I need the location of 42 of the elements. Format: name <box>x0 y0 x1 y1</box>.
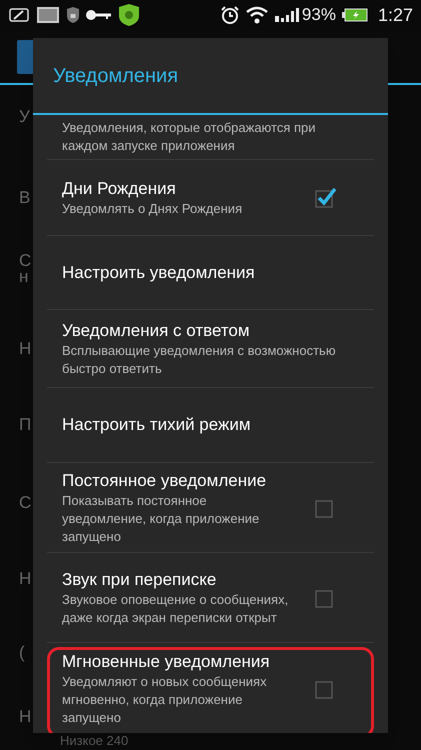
checkbox[interactable] <box>314 186 336 208</box>
preference-item[interactable]: Дни Рождения Уведомлять о Днях Рождения <box>47 160 374 236</box>
signal-icon <box>274 7 300 23</box>
preference-title: Звук при переписке <box>62 568 218 590</box>
list-item-text: В <box>18 188 32 208</box>
list-item-text: П <box>18 415 32 435</box>
preference-title: Настроить уведомления <box>62 262 255 284</box>
preference-title: Настроить тихий режим <box>62 414 251 436</box>
preference-title: Постоянное уведомление <box>62 470 268 492</box>
list-item-text: С <box>18 493 32 513</box>
preference-summary: Уведомляют о новых сообщениях мгновенно, когда приложение запущено <box>62 673 268 727</box>
list-item-text: У <box>18 107 31 127</box>
image-icon <box>36 6 60 24</box>
list-item-text: ( <box>18 643 26 663</box>
battery-percent: 93% <box>302 4 336 26</box>
dialog-title: Уведомления <box>53 64 178 88</box>
preference-item[interactable]: Настроить тихий режим <box>47 388 374 463</box>
preference-item[interactable]: Уведомления, которые отображаются при каждом запуске приложения <box>47 115 374 160</box>
list-item-text: Н <box>18 339 32 359</box>
preference-item[interactable]: Уведомления с ответом Всплывающие уведомления с возможностью быстро ответить <box>47 310 374 388</box>
preference-summary: Показывать постоянное уведомление, когда приложение запущено <box>62 492 260 546</box>
clock-time: 1:27 <box>378 4 413 26</box>
preference-title: Уведомления с ответом <box>62 320 251 342</box>
shield-icon <box>118 4 140 26</box>
preference-title: Дни Рождения <box>62 178 177 200</box>
lock-shield-icon <box>66 7 80 23</box>
alarm-clock-icon <box>220 5 240 25</box>
preference-item[interactable]: Мгновенные уведомления Уведомляют о новых сообщениях мгновенно, когда приложение запущено <box>47 643 374 733</box>
list-item-summary: Низкое 240 <box>60 734 128 748</box>
list-item-text: Н <box>18 707 32 727</box>
list-item-text: Н <box>18 569 32 589</box>
preference-item[interactable]: Звук при переписке Звуковое оповещение о сообщениях, даже когда экран переписки открыт <box>47 553 374 643</box>
preference-title: Мгновенные уведомления <box>62 651 271 673</box>
battery-icon <box>342 8 368 22</box>
preference-item[interactable]: Настроить уведомления <box>47 236 374 310</box>
preference-summary: Уведомления, которые отображаются при каждом запуске приложения <box>62 119 317 155</box>
preference-summary: Всплывающие уведомления с возможностью быстро ответить <box>62 342 337 378</box>
preference-summary: Уведомлять о Днях Рождения <box>62 200 244 218</box>
wifi-icon <box>246 6 268 24</box>
key-icon <box>86 9 112 21</box>
preference-summary: Звуковое оповещение о сообщениях, даже когда экран переписки открыт <box>62 590 290 626</box>
preference-item[interactable]: Постоянное уведомление Показывать постоянное уведомление, когда приложение запущено <box>47 463 374 553</box>
